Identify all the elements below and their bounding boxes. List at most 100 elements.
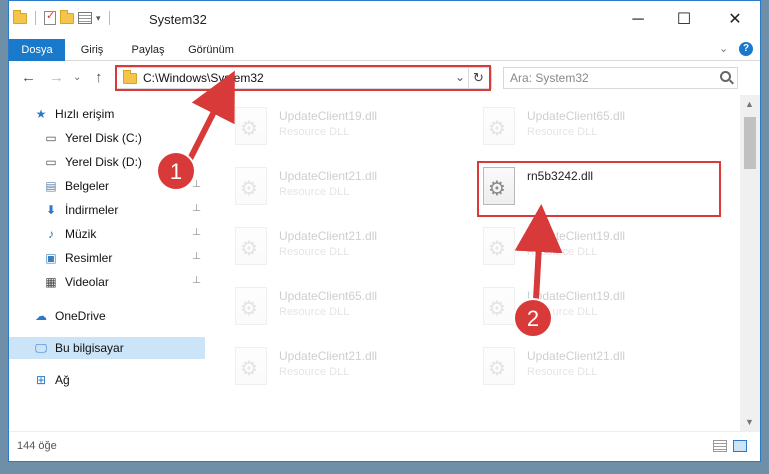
file-type: Resource DLL (527, 366, 598, 378)
file-type: Resource DLL (279, 186, 350, 198)
toolbar-divider (108, 11, 110, 25)
dll-file-icon (483, 107, 515, 145)
nav-label: Resimler (65, 251, 113, 265)
properties-check-icon[interactable] (44, 9, 56, 25)
vertical-scrollbar[interactable]: ▲ ▼ (740, 95, 760, 431)
dll-file-icon (483, 347, 515, 385)
file-item[interactable]: UpdateClient21.dll Resource DLL (453, 341, 683, 395)
chevron-down-icon[interactable]: ▾ (96, 13, 101, 24)
nav-label: Belgeler (65, 179, 110, 193)
downloads-icon: ⬇ (45, 203, 57, 217)
nav-label: İndirmeler (65, 203, 119, 217)
file-type: Resource DLL (279, 366, 350, 378)
dll-file-icon (235, 107, 267, 145)
scroll-down-icon[interactable]: ▼ (745, 417, 754, 427)
pin-icon[interactable]: ⊥ (192, 251, 201, 262)
nav-item-documents[interactable]: ▤ Belgeler ⊥ (9, 175, 205, 197)
file-item[interactable]: UpdateClient65.dll Resource DLL (453, 101, 683, 155)
nav-network[interactable]: ⊞ Ağ (9, 369, 205, 391)
customize-toolbar-icon[interactable] (78, 12, 92, 24)
file-name: UpdateClient19.dll (279, 109, 378, 123)
close-button[interactable]: ✕ (712, 7, 758, 33)
file-item[interactable]: UpdateClient19.dll Resource DLL (205, 101, 435, 155)
file-type: Resource DLL (279, 306, 350, 318)
help-icon[interactable]: ? (739, 42, 753, 56)
tab-file[interactable]: Dosya (9, 39, 65, 61)
nav-item-local-disk-c[interactable]: ▭ Yerel Disk (C:) (9, 127, 205, 149)
nav-onedrive[interactable]: ☁ OneDrive (9, 305, 205, 327)
nav-quick-access[interactable]: ★ Hızlı erişim (9, 103, 205, 125)
file-item[interactable]: UpdateClient21.dll Resource DLL (205, 341, 435, 395)
quick-access-toolbar: ▾ (13, 9, 114, 25)
nav-item-pictures[interactable]: ▣ Resimler ⊥ (9, 247, 205, 269)
nav-item-downloads[interactable]: ⬇ İndirmeler ⊥ (9, 199, 205, 221)
file-highlight-box (477, 161, 721, 217)
dll-file-icon (483, 227, 515, 265)
nav-label: Hızlı erişim (55, 107, 115, 121)
network-icon: ⊞ (35, 373, 47, 387)
tab-view[interactable]: Görünüm (179, 39, 243, 61)
address-toolbar: ← → ⌄ ↑ C:\Windows\System32 ⌄ ↻ Ara: Sys… (9, 61, 760, 95)
file-item[interactable]: UpdateClient19.dll Resource DLL (453, 281, 683, 335)
title-bar: ▾ System32 ─ ☐ ✕ (9, 1, 760, 39)
nav-label: Müzik (65, 227, 97, 241)
toolbar-divider (35, 11, 36, 25)
pin-icon[interactable]: ⊥ (192, 203, 201, 214)
file-name: UpdateClient21.dll (527, 349, 626, 363)
cloud-icon: ☁ (35, 309, 47, 323)
file-item[interactable]: UpdateClient21.dll Resource DLL (205, 161, 435, 215)
scroll-up-icon[interactable]: ▲ (745, 99, 754, 109)
file-name: UpdateClient65.dll (527, 109, 626, 123)
new-folder-icon[interactable] (60, 9, 74, 24)
search-placeholder: Ara: System32 (510, 71, 589, 85)
nav-label: Yerel Disk (D:) (65, 155, 142, 169)
file-item[interactable]: UpdateClient19.dll Resource DLL (453, 221, 683, 275)
folder-icon[interactable] (13, 9, 27, 24)
file-name: UpdateClient19.dll (527, 229, 626, 243)
dll-file-icon (483, 287, 515, 325)
file-name: UpdateClient65.dll (279, 289, 378, 303)
nav-label: Ağ (55, 373, 70, 387)
file-item[interactable]: UpdateClient65.dll Resource DLL (205, 281, 435, 335)
file-item[interactable]: UpdateClient21.dll Resource DLL (205, 221, 435, 275)
maximize-button[interactable]: ☐ (661, 7, 707, 33)
nav-item-music[interactable]: ♪ Müzik ⊥ (9, 223, 205, 245)
nav-item-videos[interactable]: ▦ Videolar ⊥ (9, 271, 205, 293)
item-count: 144 öğe (17, 440, 57, 452)
dll-file-icon (235, 287, 267, 325)
tab-home[interactable]: Giriş (65, 39, 119, 61)
tab-share[interactable]: Paylaş (121, 39, 175, 61)
videos-icon: ▦ (45, 275, 57, 289)
ribbon-expand-icon[interactable]: ⌄ (719, 42, 728, 55)
dll-file-icon (235, 167, 267, 205)
nav-label: Bu bilgisayar (55, 341, 124, 355)
details-view-icon[interactable] (713, 440, 727, 452)
back-arrow-icon[interactable]: ← (21, 69, 36, 86)
computer-icon: 🖵 (35, 340, 47, 355)
nav-this-pc[interactable]: 🖵 Bu bilgisayar (9, 337, 205, 359)
pin-icon[interactable]: ⊥ (192, 227, 201, 238)
pin-icon[interactable]: ⊥ (192, 275, 201, 286)
nav-label: Yerel Disk (C:) (65, 131, 142, 145)
file-name: UpdateClient21.dll (279, 349, 378, 363)
documents-icon: ▤ (45, 179, 57, 193)
dll-file-icon (235, 227, 267, 265)
search-input[interactable]: Ara: System32 (503, 67, 738, 89)
search-icon (720, 71, 731, 82)
minimize-button[interactable]: ─ (615, 7, 661, 33)
star-icon: ★ (35, 107, 47, 121)
scroll-thumb[interactable] (744, 117, 756, 169)
forward-arrow-icon[interactable]: → (49, 69, 64, 86)
recent-locations-chevron-icon[interactable]: ⌄ (73, 72, 81, 83)
nav-item-local-disk-d[interactable]: ▭ Yerel Disk (D:) (9, 151, 205, 173)
file-type: Resource DLL (527, 126, 598, 138)
up-arrow-icon[interactable]: ↑ (95, 69, 103, 86)
pin-icon[interactable]: ⊥ (192, 179, 201, 190)
large-icons-view-icon[interactable] (733, 440, 747, 452)
nav-label: OneDrive (55, 309, 106, 323)
file-name: UpdateClient21.dll (279, 229, 378, 243)
status-bar: 144 öğe (9, 431, 760, 461)
file-name: UpdateClient19.dll (527, 289, 626, 303)
pictures-icon: ▣ (45, 251, 57, 265)
nav-label: Videolar (65, 275, 109, 289)
